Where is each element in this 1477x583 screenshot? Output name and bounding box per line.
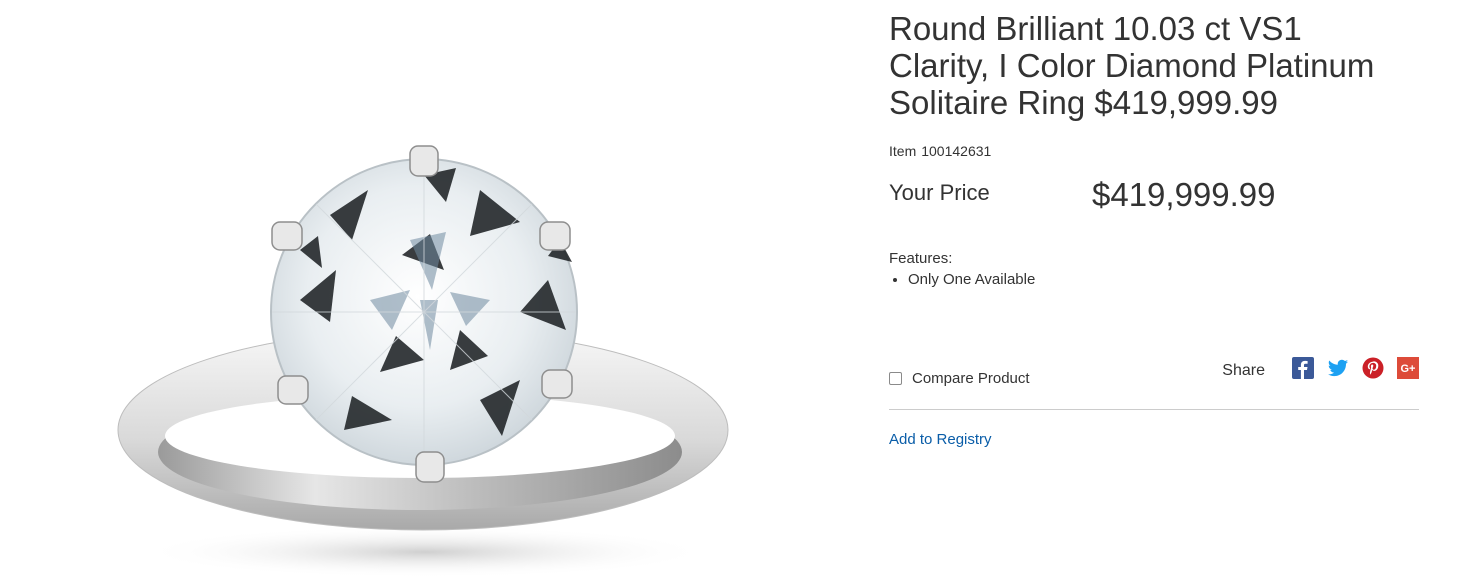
pinterest-icon[interactable] (1362, 357, 1384, 379)
compare-label: Compare Product (912, 370, 1030, 387)
features-label: Features: (889, 250, 953, 267)
item-number: 100142631 (921, 143, 992, 159)
add-to-registry-link[interactable]: Add to Registry (889, 431, 992, 448)
facebook-icon[interactable] (1292, 357, 1314, 379)
compare-checkbox[interactable] (889, 372, 902, 385)
features-list: Only One Available (889, 270, 1035, 290)
google-plus-icon[interactable]: G+ (1397, 357, 1419, 379)
divider (889, 409, 1419, 410)
product-image[interactable] (0, 0, 860, 583)
twitter-icon[interactable] (1327, 357, 1349, 379)
product-title: Round Brilliant 10.03 ct VS1 Clarity, I … (889, 10, 1375, 121)
ring-illustration (117, 145, 729, 578)
share-label: Share (1222, 362, 1265, 379)
price-label: Your Price (889, 180, 990, 205)
svg-text:G+: G+ (1401, 363, 1416, 375)
price-value: $419,999.99 (1092, 176, 1276, 213)
feature-item: Only One Available (908, 270, 1035, 290)
item-label: Item (889, 143, 917, 159)
item-number-line: Item 100142631 (889, 143, 991, 159)
compare-product-toggle[interactable]: Compare Product (889, 370, 1030, 387)
share-bar: Share G+ (1222, 356, 1419, 380)
